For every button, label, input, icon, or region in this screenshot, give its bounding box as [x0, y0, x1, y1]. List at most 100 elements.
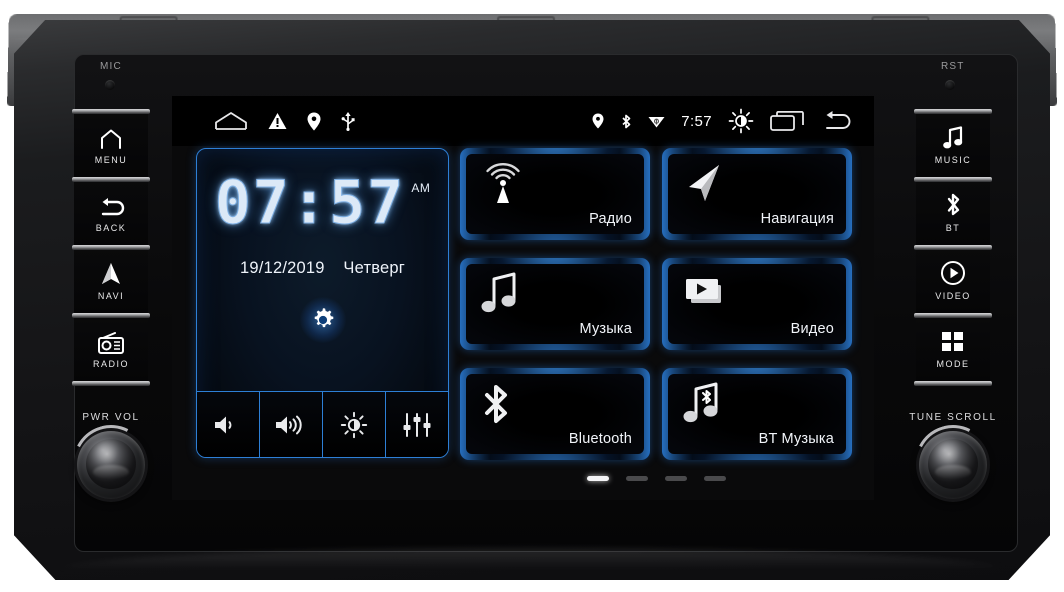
app-tile-bt-music[interactable]: BT Музыка — [662, 368, 852, 460]
page-dot-2[interactable] — [625, 476, 648, 481]
button-divider — [72, 109, 150, 114]
button-divider — [914, 177, 992, 182]
video-player-icon — [682, 272, 728, 312]
hw-button-menu[interactable]: MENU — [72, 109, 150, 178]
app-tile-radio[interactable]: Радио — [460, 148, 650, 240]
tile-surface: Радио — [466, 154, 644, 234]
mic-hole — [105, 80, 115, 90]
tile-surface: Видео — [668, 264, 846, 344]
radio-icon — [98, 328, 124, 354]
tune-scroll-knob-label: TUNE SCROLL — [909, 412, 997, 423]
gear-icon[interactable] — [299, 297, 346, 343]
volume-down-button[interactable] — [197, 392, 260, 457]
bluetooth-icon — [480, 382, 514, 428]
button-divider — [72, 177, 150, 182]
hw-button-label: BACK — [95, 222, 127, 233]
tune-scroll-knob-group: TUNE SCROLL — [905, 412, 1001, 511]
button-divider — [914, 109, 992, 114]
tune-scroll-knob[interactable] — [905, 415, 1001, 511]
hw-button-radio[interactable]: RADIO — [72, 313, 150, 386]
warning-triangle-icon — [268, 112, 287, 130]
bluetooth-icon — [620, 113, 632, 130]
bluetooth-icon — [943, 192, 963, 218]
button-divider — [914, 313, 992, 318]
app-tile-navigation[interactable]: Навигация — [662, 148, 852, 240]
reset-label: RST — [941, 61, 965, 72]
clock-quick-tools — [197, 391, 448, 457]
brightness-button[interactable] — [323, 392, 386, 457]
navigation-arrow-icon — [682, 162, 726, 206]
app-tile-music[interactable]: Музыка — [460, 258, 650, 350]
status-bar: 7:57 — [172, 96, 874, 146]
brightness-sun-icon[interactable] — [728, 108, 754, 134]
volume-up-button[interactable] — [260, 392, 323, 457]
hw-button-video[interactable]: VIDEO — [914, 245, 992, 314]
right-button-column: MUSIC BT VIDEO MODE — [914, 109, 992, 386]
clock-meridiem: AM — [411, 181, 431, 195]
back-arrow-icon[interactable] — [820, 110, 852, 132]
reset-pinhole[interactable] — [945, 80, 955, 90]
volume-up-icon — [274, 413, 308, 437]
status-bar-clock: 7:57 — [681, 112, 712, 130]
left-button-column: MENU BACK NAVI RADIO — [72, 109, 150, 386]
head-unit-device: MIC RST MENU BACK NAVI RADIO MUSIC BT VI… — [0, 0, 1064, 592]
radio-tower-icon — [480, 162, 526, 206]
touchscreen-display[interactable]: 7:57 07:57 AM 19/12/2019 Четверг Радио Н… — [172, 96, 874, 500]
app-tile-label: Музыка — [579, 321, 632, 337]
page-dot-4[interactable] — [703, 476, 726, 481]
tile-surface: Bluetooth — [466, 374, 644, 454]
power-volume-knob-group: PWR VOL — [63, 412, 159, 511]
app-tile-label: Bluetooth — [568, 431, 632, 447]
knob-highlight-arc — [63, 415, 159, 511]
home-icon — [99, 124, 123, 150]
music-note-icon — [480, 272, 522, 316]
page-dot-3[interactable] — [664, 476, 687, 481]
status-bar-left-group — [214, 96, 355, 146]
clock-face: 07:57 AM 19/12/2019 Четверг — [197, 149, 448, 393]
clock-weekday: Четверг — [343, 259, 405, 277]
app-tile-label: Навигация — [760, 211, 834, 227]
clock-digits-row: 07:57 AM — [197, 168, 448, 238]
grid-squares-icon — [941, 328, 965, 354]
app-tile-video[interactable]: Видео — [662, 258, 852, 350]
hw-button-back[interactable]: BACK — [72, 177, 150, 246]
settings-shortcut[interactable] — [197, 297, 448, 343]
volume-down-icon — [213, 413, 243, 437]
knob-highlight-arc — [905, 415, 1001, 511]
tile-surface: Навигация — [668, 154, 846, 234]
music-note-icon — [942, 124, 964, 150]
power-volume-knob-label: PWR VOL — [82, 412, 140, 423]
clock-time: 07:57 — [214, 168, 406, 238]
home-icon[interactable] — [214, 111, 248, 131]
equalizer-button[interactable] — [386, 392, 448, 457]
hw-button-mode[interactable]: MODE — [914, 313, 992, 386]
mic-label: MIC — [100, 61, 122, 72]
hw-button-label: VIDEO — [935, 290, 971, 301]
status-bar-right-group: 7:57 — [592, 96, 852, 146]
hw-button-label: MODE — [936, 358, 970, 369]
button-divider-bottom — [914, 381, 992, 386]
page-dot-1[interactable] — [586, 476, 609, 481]
button-divider — [72, 245, 150, 250]
power-volume-knob[interactable] — [63, 415, 159, 511]
button-divider — [914, 245, 992, 250]
home-screen-panel: 07:57 AM 19/12/2019 Четверг Радио Навига… — [172, 146, 874, 500]
recents-icon[interactable] — [770, 111, 804, 131]
location-pin-icon — [592, 113, 604, 129]
usb-icon — [341, 111, 355, 131]
hw-button-bt[interactable]: BT — [914, 177, 992, 246]
hw-button-label: MUSIC — [934, 154, 972, 165]
app-tile-label: Видео — [790, 321, 834, 337]
clock-date: 19/12/2019 — [240, 259, 325, 277]
equalizer-icon — [402, 412, 432, 438]
navigation-arrow-icon — [100, 260, 122, 286]
play-circle-icon — [940, 260, 966, 286]
hw-button-label: BT — [945, 222, 961, 233]
hw-button-navi[interactable]: NAVI — [72, 245, 150, 314]
back-arrow-icon — [97, 192, 125, 218]
app-tile-label: BT Музыка — [758, 431, 834, 447]
clock-widget[interactable]: 07:57 AM 19/12/2019 Четверг — [196, 148, 449, 458]
bluetooth-music-icon — [682, 382, 726, 428]
app-tile-bluetooth[interactable]: Bluetooth — [460, 368, 650, 460]
hw-button-music[interactable]: MUSIC — [914, 109, 992, 178]
